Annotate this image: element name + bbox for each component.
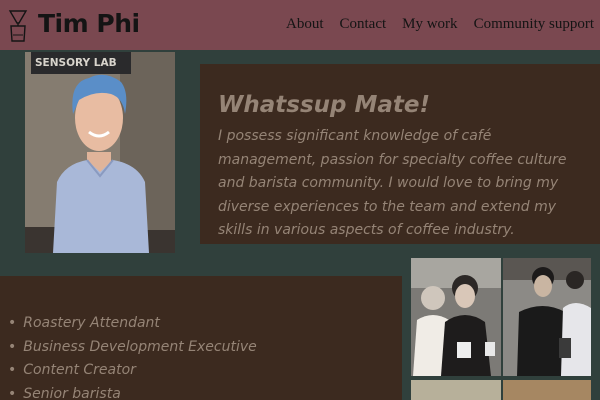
role-item: Business Development Executive (8, 336, 256, 360)
intro-card: Whatssup Mate! I possess significant kno… (200, 64, 600, 244)
role-item: Roastery Attendant (8, 312, 257, 336)
brand-name[interactable]: Tim Phi (38, 9, 140, 38)
intro-text: I possess significant knowledge of café … (218, 128, 567, 238)
role-item: Content Creator (8, 359, 257, 383)
nav-item-my-work[interactable]: My work (402, 16, 457, 33)
navbar: Tim Phi About Contact My work Community … (0, 0, 600, 50)
role-item: Senior barista (8, 383, 257, 400)
profile-photo: SENSORY LAB (25, 52, 175, 253)
gallery-photo (503, 258, 591, 376)
gallery-photo (411, 258, 501, 376)
intro-title: Whatssup Mate! (218, 92, 430, 118)
nav-menu: About Contact My work Community support (286, 16, 594, 33)
roles-list: Roastery Attendant Business Development … (8, 312, 257, 400)
roles-card: Roastery Attendant Business Development … (0, 279, 402, 400)
sensory-lab-sign: SENSORY LAB (35, 57, 117, 69)
gallery-photo (503, 380, 591, 400)
nav-item-about[interactable]: About (286, 16, 324, 33)
nav-item-community-support[interactable]: Community support (474, 16, 594, 33)
nav-item-contact[interactable]: Contact (339, 16, 386, 33)
coffee-dripper-icon[interactable] (8, 8, 28, 44)
gallery-photo (411, 380, 501, 400)
